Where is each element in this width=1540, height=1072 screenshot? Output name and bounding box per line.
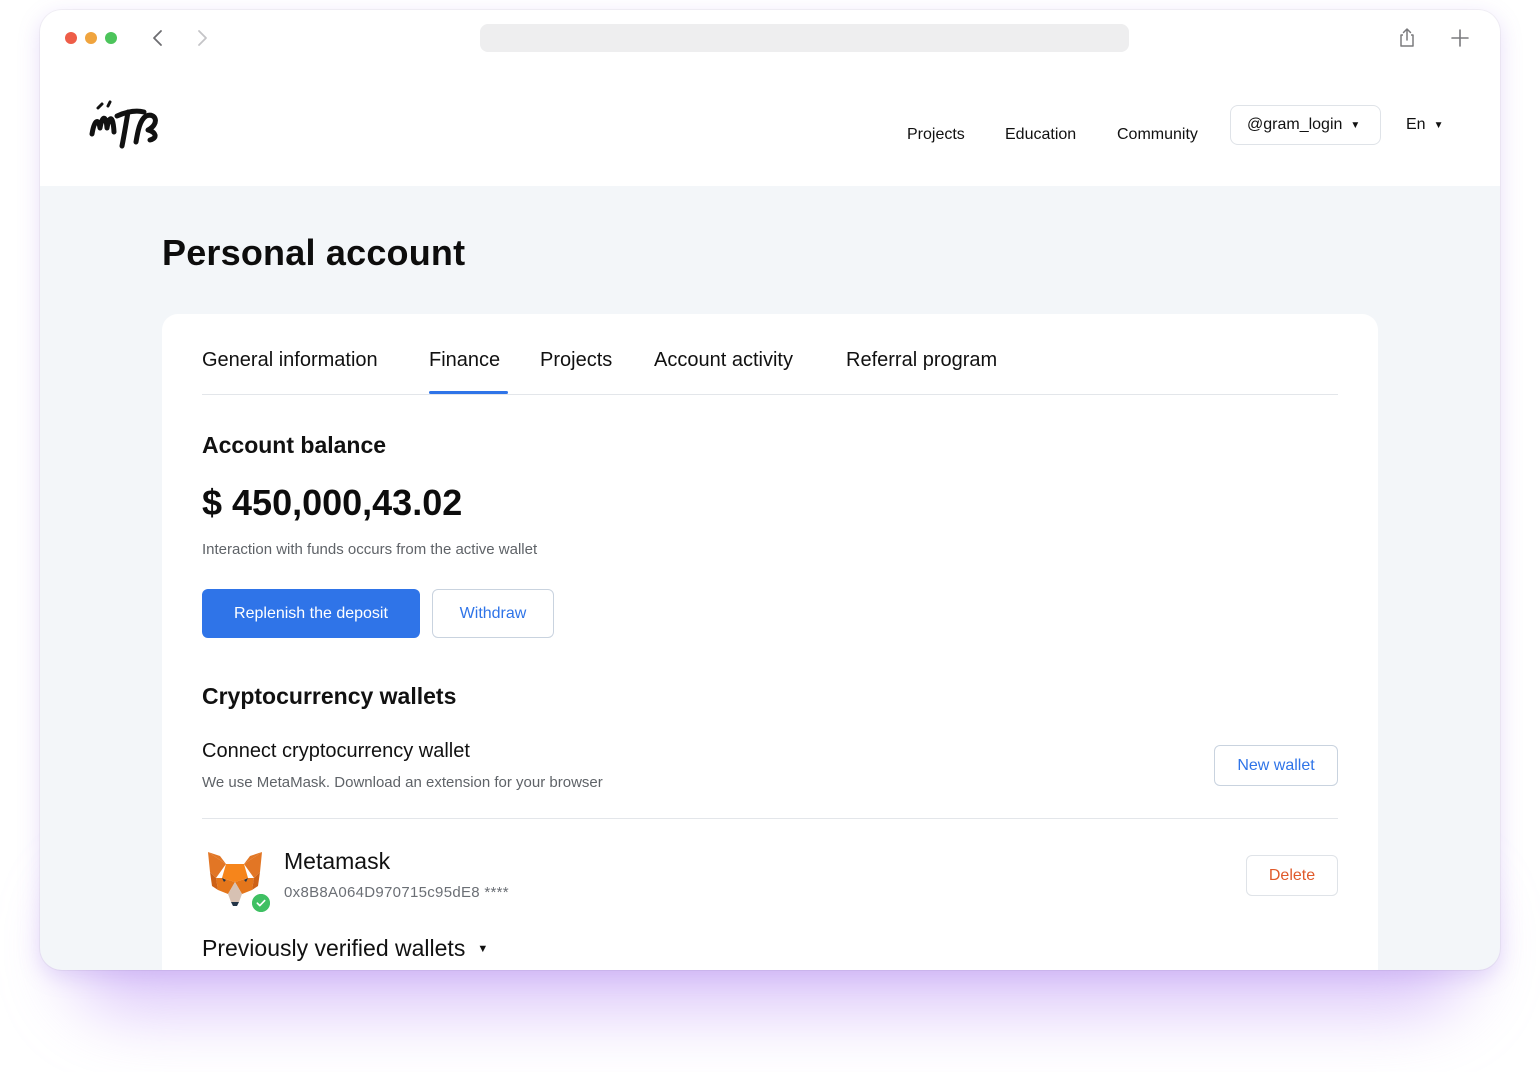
new-wallet-button[interactable]: New wallet (1214, 745, 1338, 786)
connect-wallet-title: Connect cryptocurrency wallet (202, 740, 470, 762)
nav-community-link[interactable]: Community (1117, 125, 1198, 145)
account-card: General information Finance Projects Acc… (162, 314, 1378, 970)
replenish-deposit-button[interactable]: Replenish the deposit (202, 589, 420, 638)
nav-education-link[interactable]: Education (1005, 125, 1076, 145)
site-header: Projects Education Community @gram_login… (40, 66, 1500, 186)
tab-projects[interactable]: Projects (540, 348, 612, 372)
close-window-button[interactable] (65, 32, 77, 44)
withdraw-button[interactable]: Withdraw (432, 589, 554, 638)
tab-account-activity[interactable]: Account activity (654, 348, 793, 372)
active-tab-indicator (429, 391, 508, 394)
delete-wallet-button[interactable]: Delete (1246, 855, 1338, 896)
check-icon (250, 892, 272, 914)
browser-window: Projects Education Community @gram_login… (40, 10, 1500, 970)
balance-amount: $ 450,000,43.02 (202, 482, 463, 523)
nav-projects-link[interactable]: Projects (907, 125, 965, 145)
tab-finance[interactable]: Finance (429, 348, 500, 372)
new-tab-plus-icon[interactable] (1448, 26, 1472, 50)
language-dropdown[interactable]: En ▼ (1406, 105, 1443, 145)
wallet-name: Metamask (284, 848, 391, 874)
brand-logo[interactable] (86, 94, 166, 156)
balance-note: Interaction with funds occurs from the a… (202, 541, 538, 558)
chevron-down-icon: ▼ (477, 942, 489, 955)
tab-general-information[interactable]: General information (202, 348, 378, 372)
language-label: En (1406, 116, 1426, 133)
crypto-wallets-heading: Cryptocurrency wallets (202, 683, 457, 709)
username-label: @gram_login (1247, 116, 1343, 133)
chevron-down-icon: ▼ (1433, 119, 1444, 131)
previous-wallets-label: Previously verified wallets (202, 935, 466, 961)
wallet-address: 0x8B8A064D970715c95dE8 **** (284, 884, 509, 901)
back-arrow-icon[interactable] (146, 26, 170, 50)
forward-arrow-icon[interactable] (190, 26, 214, 50)
account-tabs: General information Finance Projects Acc… (202, 314, 1338, 395)
share-icon[interactable] (1395, 26, 1419, 50)
previous-wallets-toggle[interactable]: Previously verified wallets ▼ (202, 935, 488, 962)
page-title: Personal account (162, 232, 466, 273)
section-divider (202, 818, 1338, 819)
browser-toolbar (40, 10, 1500, 66)
connect-wallet-note: We use MetaMask. Download an extension f… (202, 774, 603, 791)
account-balance-heading: Account balance (202, 432, 387, 458)
maximize-window-button[interactable] (105, 32, 117, 44)
minimize-window-button[interactable] (85, 32, 97, 44)
address-bar[interactable] (480, 24, 1129, 52)
user-account-dropdown[interactable]: @gram_login ▼ (1230, 105, 1381, 145)
tab-referral-program[interactable]: Referral program (846, 348, 997, 372)
chevron-down-icon: ▼ (1350, 119, 1361, 131)
